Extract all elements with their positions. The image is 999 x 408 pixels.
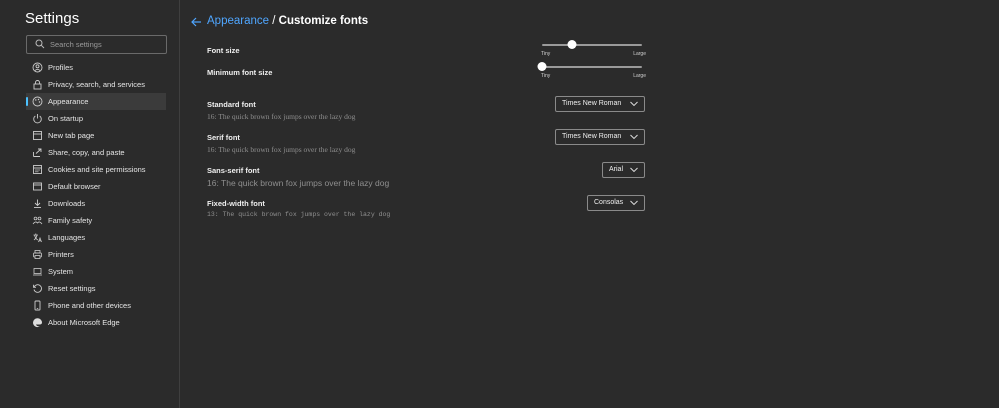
system-icon — [33, 268, 42, 276]
sidebar: Settings Profiles Privacy, search, and s… — [0, 0, 180, 408]
reset-icon — [33, 284, 42, 293]
page-title: Customize fonts — [278, 15, 369, 27]
main-content: Appearance / Customize fonts Font size T… — [180, 0, 999, 408]
slider-max-label: Large — [633, 51, 646, 57]
sidebar-item-label: Phone and other devices — [48, 301, 131, 310]
sidebar-item-label: Languages — [48, 233, 86, 242]
sans-serif-font-dropdown[interactable]: Arial — [602, 162, 645, 178]
slider-min-label: Tiny — [541, 73, 551, 79]
fixed-width-font-dropdown[interactable]: Consolas — [587, 195, 645, 211]
sidebar-item-label: Share, copy, and paste — [48, 148, 125, 157]
chevron-down-icon — [630, 101, 638, 107]
sidebar-item-reset-settings[interactable]: Reset settings — [26, 280, 166, 297]
search-input[interactable] — [50, 37, 160, 51]
sidebar-item-label: Printers — [48, 250, 74, 259]
sidebar-item-label: About Microsoft Edge — [48, 318, 120, 327]
sidebar-item-share-copy-paste[interactable]: Share, copy, and paste — [26, 144, 166, 161]
sans-serif-font-label: Sans-serif font — [207, 166, 260, 175]
sidebar-item-privacy[interactable]: Privacy, search, and services — [26, 76, 166, 93]
sans-serif-font-preview: 16: The quick brown fox jumps over the l… — [207, 178, 390, 188]
family-icon — [32, 216, 43, 225]
fixed-width-font-preview: 13: The quick brown fox jumps over the l… — [207, 211, 391, 218]
standard-font-dropdown[interactable]: Times New Roman — [555, 96, 645, 112]
sidebar-item-label: Default browser — [48, 182, 101, 191]
sidebar-item-cookies[interactable]: Cookies and site permissions — [26, 161, 166, 178]
browser-icon — [33, 182, 42, 191]
fixed-width-font-label: Fixed-width font — [207, 199, 265, 208]
sidebar-item-appearance[interactable]: Appearance — [26, 93, 166, 110]
slider-track — [542, 44, 642, 46]
share-icon — [33, 148, 42, 157]
serif-font-preview: 16: The quick brown fox jumps over the l… — [207, 145, 356, 154]
sidebar-item-label: New tab page — [48, 131, 95, 140]
dropdown-value: Times New Roman — [562, 133, 622, 140]
standard-font-label: Standard font — [207, 100, 256, 109]
search-box[interactable] — [26, 35, 167, 54]
sidebar-item-label: On startup — [48, 114, 84, 123]
sidebar-item-languages[interactable]: Languages — [26, 229, 166, 246]
serif-font-dropdown[interactable]: Times New Roman — [555, 129, 645, 145]
sidebar-item-on-startup[interactable]: On startup — [26, 110, 166, 127]
sidebar-item-label: Family safety — [48, 216, 93, 225]
dropdown-value: Times New Roman — [562, 100, 622, 107]
slider-min-label: Tiny — [541, 51, 551, 57]
sidebar-title: Settings — [25, 10, 80, 27]
lock-icon — [33, 80, 42, 90]
sidebar-item-label: Cookies and site permissions — [48, 165, 146, 174]
dropdown-value: Consolas — [594, 199, 624, 206]
sidebar-item-family-safety[interactable]: Family safety — [26, 212, 166, 229]
sidebar-item-label: Reset settings — [48, 284, 96, 293]
chevron-down-icon — [630, 167, 638, 173]
languages-icon — [33, 233, 42, 243]
serif-font-label: Serif font — [207, 133, 240, 142]
sidebar-item-about-edge[interactable]: About Microsoft Edge — [26, 314, 166, 331]
slider-thumb[interactable] — [537, 62, 547, 71]
breadcrumb: Appearance / Customize fonts — [207, 15, 368, 27]
dropdown-value: Arial — [609, 166, 624, 173]
font-size-slider[interactable]: Tiny Large — [541, 40, 646, 59]
sidebar-item-system[interactable]: System — [26, 263, 166, 280]
slider-max-label: Large — [633, 73, 646, 79]
slider-thumb[interactable] — [567, 40, 577, 49]
sidebar-item-default-browser[interactable]: Default browser — [26, 178, 166, 195]
sidebar-item-new-tab-page[interactable]: New tab page — [26, 127, 166, 144]
chevron-down-icon — [630, 200, 638, 206]
breadcrumb-appearance-link[interactable]: Appearance — [207, 15, 269, 27]
sidebar-item-label: Downloads — [48, 199, 86, 208]
new-tab-icon — [33, 131, 42, 140]
search-icon — [35, 39, 45, 49]
download-icon — [34, 199, 41, 208]
sidebar-item-label: Privacy, search, and services — [48, 80, 145, 89]
sidebar-item-downloads[interactable]: Downloads — [26, 195, 166, 212]
sidebar-item-label: Profiles — [48, 63, 74, 72]
power-icon — [33, 114, 42, 124]
minimum-font-size-slider[interactable]: Tiny Large — [537, 62, 646, 81]
phone-icon — [34, 300, 41, 311]
chevron-down-icon — [630, 134, 638, 140]
sidebar-item-profiles[interactable]: Profiles — [26, 59, 166, 76]
sidebar-item-phone-devices[interactable]: Phone and other devices — [26, 297, 166, 314]
sidebar-nav: Profiles Privacy, search, and services A… — [26, 59, 166, 331]
printer-icon — [33, 250, 42, 259]
sidebar-item-label: Appearance — [48, 97, 89, 106]
back-arrow-icon[interactable] — [190, 16, 202, 28]
breadcrumb-separator: / — [272, 15, 276, 27]
minimum-font-size-label: Minimum font size — [207, 68, 273, 77]
appearance-icon — [32, 96, 43, 107]
site-permissions-icon — [33, 165, 42, 174]
sidebar-item-printers[interactable]: Printers — [26, 246, 166, 263]
font-size-label: Font size — [207, 46, 240, 55]
standard-font-preview: 16: The quick brown fox jumps over the l… — [207, 112, 356, 121]
sidebar-item-label: System — [48, 267, 74, 276]
edge-icon — [32, 318, 42, 328]
slider-track — [542, 66, 642, 68]
profile-icon — [32, 62, 43, 73]
